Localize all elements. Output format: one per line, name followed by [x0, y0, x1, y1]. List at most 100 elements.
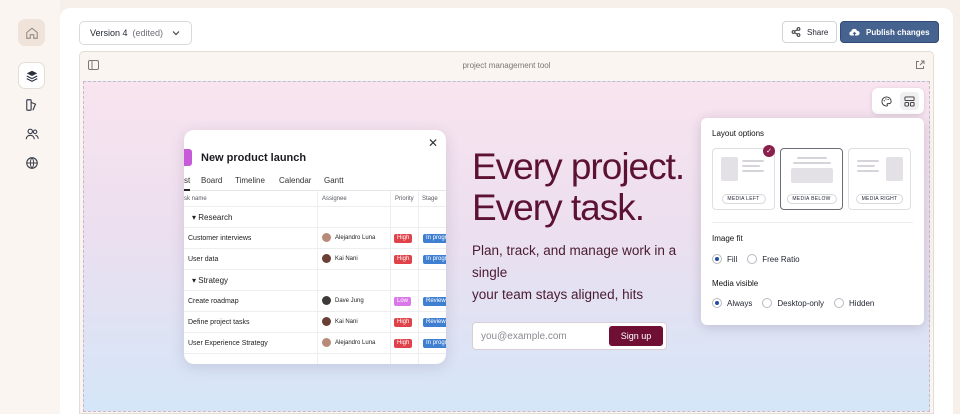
task-name: Create roadmap: [188, 298, 239, 305]
signup-button[interactable]: Sign up: [609, 326, 663, 346]
stage-badge: Review: [423, 318, 446, 327]
version-dropdown[interactable]: Version 4 (edited): [79, 21, 193, 45]
group-name: ▾ Research: [192, 213, 233, 222]
media-placeholder: [791, 168, 833, 183]
radio-selected[interactable]: [712, 298, 722, 308]
external-link-icon[interactable]: [915, 60, 925, 70]
hero-subtitle: Plan, track, and manage work in a single…: [472, 243, 677, 310]
media-visible-always[interactable]: Always: [712, 298, 752, 308]
image-fit-heading: Image fit: [712, 234, 743, 243]
radio-unselected[interactable]: [747, 254, 758, 264]
preview-header: project management tool: [80, 52, 933, 79]
share-label: Share: [807, 27, 829, 37]
layers-icon: [25, 70, 38, 82]
avatar: [322, 254, 331, 263]
text-line: [857, 160, 879, 162]
col-stage: Stage: [422, 196, 438, 202]
media-visible-options: Always Desktop-only Hidden: [712, 298, 884, 308]
email-input[interactable]: [481, 329, 601, 344]
share-icon: [791, 27, 801, 37]
table-row[interactable]: Create roadmap Dave Jung Low Review: [184, 291, 446, 312]
media-card[interactable]: ✕ New product launch st Board Timeline C…: [184, 130, 446, 364]
layout-option-media-left[interactable]: MEDIA LEFT: [712, 148, 775, 210]
home-button[interactable]: [18, 19, 45, 46]
layout-option-media-right[interactable]: MEDIA RIGHT: [848, 148, 911, 210]
radio-label: Fill: [727, 254, 738, 264]
tab-calendar[interactable]: Calendar: [279, 176, 311, 185]
table-row[interactable]: User Experience Strategy Alejandro Luna …: [184, 333, 446, 354]
stage-badge: In progress: [423, 339, 446, 348]
radio-label: Free Ratio: [762, 254, 800, 264]
users-icon: [25, 128, 39, 139]
style-button[interactable]: [877, 92, 896, 110]
layout-button[interactable]: [900, 92, 919, 110]
publish-button[interactable]: Publish changes: [840, 21, 939, 43]
left-rail: [0, 0, 60, 414]
radio-label: Hidden: [849, 298, 875, 308]
version-status: (edited): [132, 28, 164, 38]
text-line: [742, 170, 764, 172]
group-name: ▾ Strategy: [192, 276, 229, 285]
group-row[interactable]: ▾ Research: [184, 207, 446, 228]
layout-options-panel: Layout options MEDIA LEFT ✓ MEDIA BELOW …: [701, 118, 924, 325]
tab-timeline[interactable]: Timeline: [235, 176, 265, 185]
media-visible-hidden[interactable]: Hidden: [834, 298, 874, 308]
image-fit-fill[interactable]: Fill: [712, 254, 737, 264]
priority-badge: High: [394, 255, 413, 264]
image-fit-options: Fill Free Ratio: [712, 254, 810, 264]
layout-option-media-below[interactable]: MEDIA BELOW: [780, 148, 843, 210]
globe-button[interactable]: [18, 149, 45, 176]
design-button[interactable]: [18, 91, 45, 118]
design-icon: [25, 98, 36, 111]
share-button[interactable]: Share: [782, 21, 838, 43]
avatar: [322, 338, 331, 347]
group-row[interactable]: ▾ Strategy: [184, 270, 446, 291]
task-name: Customer interviews: [188, 235, 252, 242]
layout-options-heading: Layout options: [712, 129, 765, 138]
text-line: [793, 162, 831, 164]
col-priority: Priority: [395, 196, 414, 202]
stage-badge: In progress: [423, 255, 446, 264]
panel-divider: [712, 222, 913, 223]
image-fit-free-ratio[interactable]: Free Ratio: [747, 254, 800, 264]
table-row[interactable]: Customer interviews Alejandro Luna High …: [184, 228, 446, 249]
tab-list[interactable]: st: [184, 176, 190, 185]
layers-button[interactable]: [18, 62, 45, 89]
layout-option-label: MEDIA LEFT: [721, 194, 766, 204]
block-toolbar: [872, 88, 924, 114]
project-title: New product launch: [201, 152, 307, 164]
home-icon: [25, 26, 38, 39]
globe-icon: [25, 156, 38, 169]
media-visible-desktop-only[interactable]: Desktop-only: [762, 298, 824, 308]
close-icon[interactable]: ✕: [428, 136, 438, 150]
sidebar-toggle-icon[interactable]: [88, 60, 99, 70]
radio-selected[interactable]: [712, 254, 722, 264]
media-placeholder: [721, 157, 738, 181]
tab-gantt[interactable]: Gantt: [324, 176, 344, 185]
priority-badge: High: [394, 318, 413, 327]
avatar: [322, 317, 331, 326]
layout-option-label: MEDIA BELOW: [786, 194, 837, 204]
cloud-upload-icon: [849, 28, 860, 36]
preview-title: project management tool: [462, 61, 551, 70]
layout-option-label: MEDIA RIGHT: [855, 194, 904, 204]
media-placeholder: [886, 157, 903, 181]
col-assignee: Assignee: [322, 196, 347, 202]
task-name: User Experience Strategy: [188, 340, 268, 347]
table-row[interactable]: Define project tasks Kai Nani High Revie…: [184, 312, 446, 333]
project-tabs: st Board Timeline Calendar Gantt: [184, 173, 446, 191]
stage-badge: In progress: [423, 234, 446, 243]
palette-icon: [881, 95, 892, 107]
tab-board[interactable]: Board: [201, 176, 222, 185]
table-header: sk name Assignee Priority Stage: [184, 191, 446, 207]
col-task-name: sk name: [184, 196, 207, 202]
assignee: Kai Nani: [322, 317, 358, 326]
users-button[interactable]: [18, 120, 45, 147]
stage-badge: Review: [423, 297, 446, 306]
task-name: User data: [188, 256, 219, 263]
radio-unselected[interactable]: [762, 298, 773, 308]
radio-label: Desktop-only: [777, 298, 825, 308]
radio-unselected[interactable]: [834, 298, 845, 308]
table-row[interactable]: User data Kai Nani High In progress: [184, 249, 446, 270]
assignee: Alejandro Luna: [322, 233, 375, 242]
